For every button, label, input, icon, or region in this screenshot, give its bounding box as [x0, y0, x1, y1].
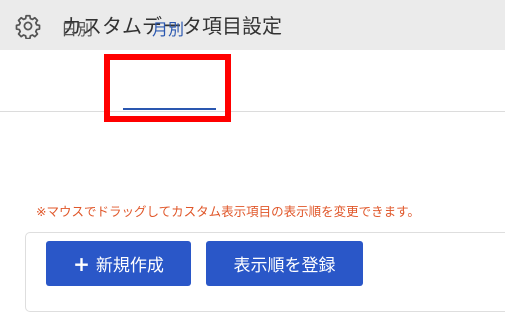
active-tab-underline	[123, 108, 216, 110]
new-item-label: 新規作成	[95, 256, 164, 276]
drag-notice-text: ※マウスでドラッグしてカスタム表示項目の表示順を変更できます。	[36, 204, 420, 219]
plus-icon: +	[73, 251, 90, 276]
new-item-button[interactable]: + 新規作成	[46, 241, 191, 286]
tab-monthly[interactable]: 月別	[152, 18, 184, 42]
save-order-label: 表示順を登録	[233, 256, 336, 276]
tab-bar	[0, 50, 505, 112]
save-order-button[interactable]: 表示順を登録	[206, 241, 363, 286]
tab-daily[interactable]: 日別	[61, 18, 93, 42]
gear-icon[interactable]	[15, 13, 41, 39]
